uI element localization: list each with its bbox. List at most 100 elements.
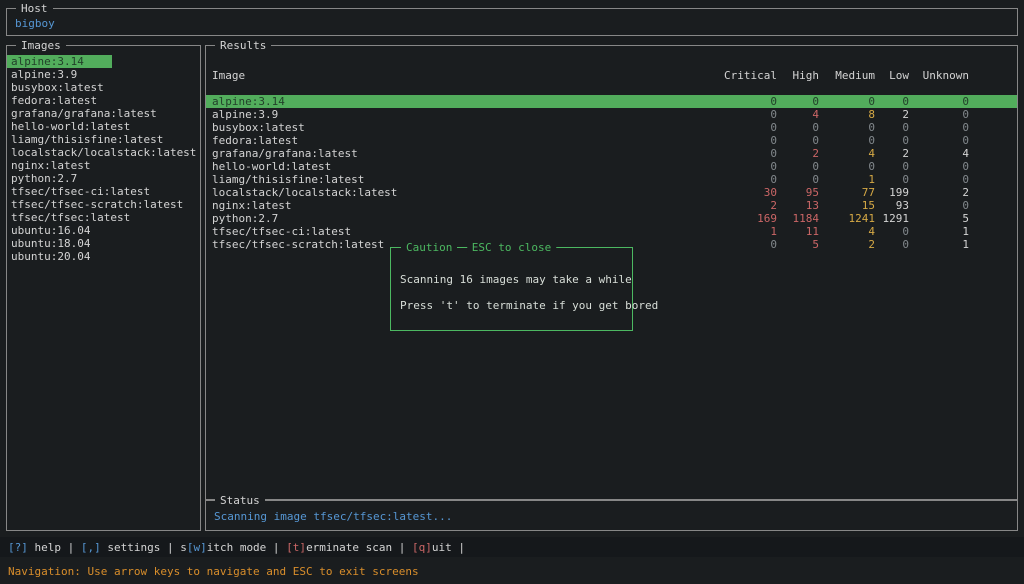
help-bar-key[interactable]: [t] bbox=[286, 541, 306, 554]
image-list-item-label: ubuntu:20.04 bbox=[11, 250, 90, 263]
count-unknown: 0 bbox=[909, 134, 969, 147]
count-low: 0 bbox=[875, 225, 909, 238]
count-low: 2 bbox=[875, 108, 909, 121]
image-list-item[interactable]: grafana/grafana:latest bbox=[7, 107, 200, 120]
help-bar-text: uit | bbox=[432, 541, 465, 554]
count-critical: 1 bbox=[719, 225, 777, 238]
count-critical: 0 bbox=[719, 173, 777, 186]
image-list-item[interactable]: alpine:3.14 bbox=[7, 55, 112, 68]
image-list-item-label: alpine:3.14 bbox=[11, 55, 84, 68]
result-row[interactable]: busybox:latest00000 bbox=[206, 121, 1017, 134]
count-high: 1184 bbox=[777, 212, 819, 225]
results-rows: alpine:3.1400000alpine:3.904820busybox:l… bbox=[206, 95, 1017, 251]
count-unknown: 0 bbox=[909, 173, 969, 186]
result-row[interactable]: python:2.71691184124112915 bbox=[206, 212, 1017, 225]
result-row[interactable]: fedora:latest00000 bbox=[206, 134, 1017, 147]
result-row[interactable]: alpine:3.904820 bbox=[206, 108, 1017, 121]
count-medium: 8 bbox=[819, 108, 875, 121]
count-critical: 0 bbox=[719, 160, 777, 173]
image-list-item-label: python:2.7 bbox=[11, 172, 77, 185]
caution-message-line: Scanning 16 images may take a while bbox=[400, 267, 623, 293]
image-list-item[interactable]: ubuntu:16.04 bbox=[7, 224, 200, 237]
image-list-item[interactable]: python:2.7 bbox=[7, 172, 200, 185]
host-panel: Host bigboy bbox=[6, 8, 1018, 36]
count-unknown: 0 bbox=[909, 199, 969, 212]
image-list-item-label: localstack/localstack:latest bbox=[11, 146, 196, 159]
image-list-item-label: grafana/grafana:latest bbox=[11, 107, 157, 120]
result-row-image: liamg/thisisfine:latest bbox=[212, 173, 719, 186]
count-high: 0 bbox=[777, 121, 819, 134]
result-row[interactable]: grafana/grafana:latest02424 bbox=[206, 147, 1017, 160]
count-unknown: 0 bbox=[909, 108, 969, 121]
image-list-item-label: liamg/thisisfine:latest bbox=[11, 133, 163, 146]
count-medium: 0 bbox=[819, 134, 875, 147]
image-list-item-label: tfsec/tfsec:latest bbox=[11, 211, 130, 224]
image-list-item-label: ubuntu:16.04 bbox=[11, 224, 90, 237]
result-row[interactable]: alpine:3.1400000 bbox=[206, 95, 1017, 108]
help-bar-key[interactable]: [,] bbox=[81, 541, 101, 554]
count-critical: 169 bbox=[719, 212, 777, 225]
images-list: alpine:3.14alpine:3.9busybox:latestfedor… bbox=[7, 46, 200, 263]
count-high: 95 bbox=[777, 186, 819, 199]
result-row[interactable]: nginx:latest21315930 bbox=[206, 199, 1017, 212]
count-low: 0 bbox=[875, 160, 909, 173]
count-low: 0 bbox=[875, 95, 909, 108]
lazytrivy-app: Host bigboy Images alpine:3.14alpine:3.9… bbox=[0, 0, 1024, 584]
count-low: 0 bbox=[875, 121, 909, 134]
count-medium: 1241 bbox=[819, 212, 875, 225]
image-list-item[interactable]: alpine:3.9 bbox=[7, 68, 200, 81]
result-row[interactable]: liamg/thisisfine:latest00100 bbox=[206, 173, 1017, 186]
result-row[interactable]: hello-world:latest00000 bbox=[206, 160, 1017, 173]
count-high: 5 bbox=[777, 238, 819, 251]
help-bar-text: itch mode | bbox=[207, 541, 286, 554]
count-high: 4 bbox=[777, 108, 819, 121]
help-bar-key[interactable]: [q] bbox=[412, 541, 432, 554]
help-bar-text: settings | s bbox=[101, 541, 187, 554]
image-list-item[interactable]: ubuntu:20.04 bbox=[7, 250, 200, 263]
count-high: 0 bbox=[777, 173, 819, 186]
host-panel-title: Host bbox=[16, 2, 53, 15]
image-list-item-label: tfsec/tfsec-ci:latest bbox=[11, 185, 150, 198]
image-list-item[interactable]: tfsec/tfsec:latest bbox=[7, 211, 200, 224]
result-row-image: python:2.7 bbox=[212, 212, 719, 225]
count-high: 13 bbox=[777, 199, 819, 212]
image-list-item[interactable]: busybox:latest bbox=[7, 81, 200, 94]
count-unknown: 0 bbox=[909, 160, 969, 173]
count-low: 93 bbox=[875, 199, 909, 212]
count-low: 2 bbox=[875, 147, 909, 160]
result-row[interactable]: localstack/localstack:latest3095771992 bbox=[206, 186, 1017, 199]
image-list-item[interactable]: fedora:latest bbox=[7, 94, 200, 107]
image-list-item[interactable]: hello-world:latest bbox=[7, 120, 200, 133]
image-list-item[interactable]: tfsec/tfsec-ci:latest bbox=[7, 185, 200, 198]
results-panel-title: Results bbox=[215, 39, 271, 52]
help-bar: [?] help | [,] settings | s[w]itch mode … bbox=[0, 537, 1024, 557]
count-medium: 77 bbox=[819, 186, 875, 199]
image-list-item[interactable]: tfsec/tfsec-scratch:latest bbox=[7, 198, 200, 211]
image-list-item-label: fedora:latest bbox=[11, 94, 97, 107]
count-high: 0 bbox=[777, 134, 819, 147]
count-unknown: 4 bbox=[909, 147, 969, 160]
count-medium: 4 bbox=[819, 225, 875, 238]
caution-dialog-title: Caution bbox=[401, 241, 457, 254]
count-critical: 0 bbox=[719, 238, 777, 251]
count-unknown: 2 bbox=[909, 186, 969, 199]
count-critical: 0 bbox=[719, 134, 777, 147]
result-row[interactable]: tfsec/tfsec-ci:latest111401 bbox=[206, 225, 1017, 238]
column-header-image: Image bbox=[212, 69, 719, 82]
help-bar-text: erminate scan | bbox=[306, 541, 412, 554]
result-row-image: alpine:3.14 bbox=[212, 95, 719, 108]
image-list-item[interactable]: ubuntu:18.04 bbox=[7, 237, 200, 250]
column-header-unknown: Unknown bbox=[909, 69, 969, 82]
count-critical: 0 bbox=[719, 108, 777, 121]
esc-to-close-hint: ESC to close bbox=[467, 241, 556, 254]
column-header-medium: Medium bbox=[819, 69, 875, 82]
help-bar-key[interactable]: [w] bbox=[187, 541, 207, 554]
image-list-item[interactable]: liamg/thisisfine:latest bbox=[7, 133, 200, 146]
help-bar-key[interactable]: [?] bbox=[8, 541, 28, 554]
image-list-item[interactable]: localstack/localstack:latest bbox=[7, 146, 200, 159]
count-medium: 1 bbox=[819, 173, 875, 186]
image-list-item[interactable]: nginx:latest bbox=[7, 159, 200, 172]
result-row-image: alpine:3.9 bbox=[212, 108, 719, 121]
result-row-image: nginx:latest bbox=[212, 199, 719, 212]
count-unknown: 5 bbox=[909, 212, 969, 225]
